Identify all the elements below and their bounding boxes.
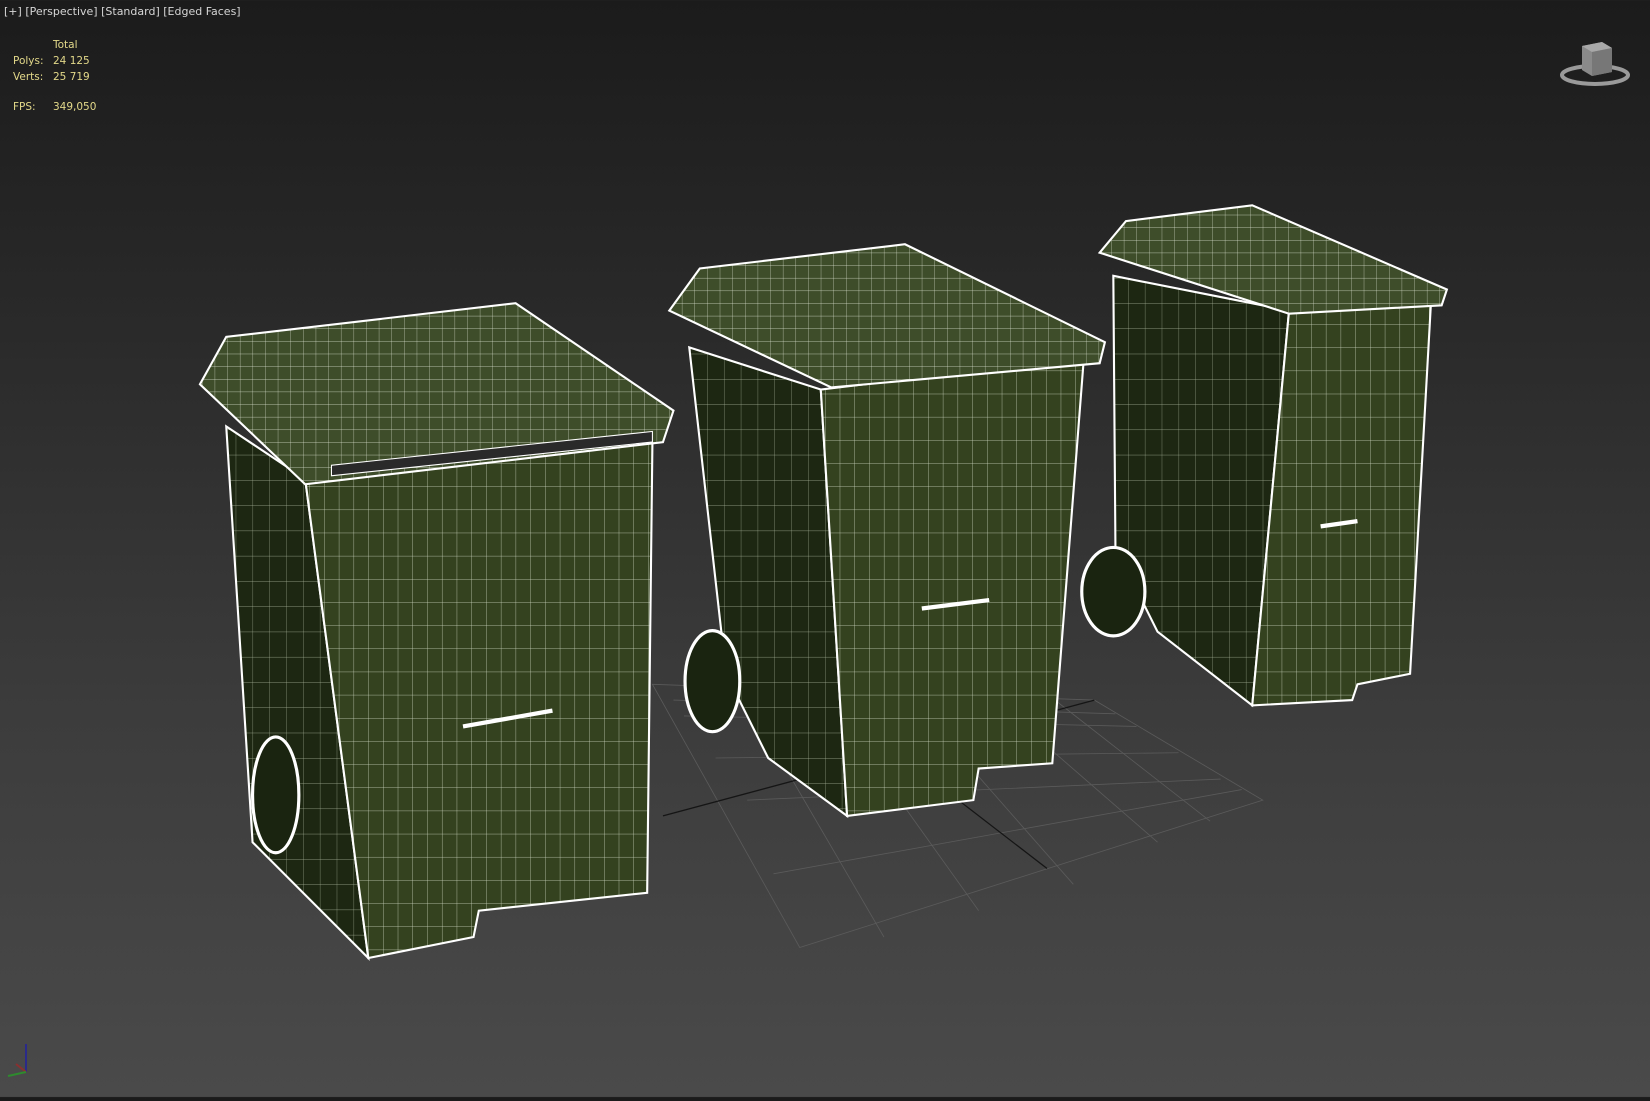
axis-tripod-icon xyxy=(7,1044,27,1077)
fps-value: 349,050 xyxy=(53,101,97,113)
viewport-plus-menu[interactable]: [+] xyxy=(4,5,22,18)
perspective-viewport[interactable] xyxy=(0,0,1650,1097)
viewport-display-menu[interactable]: [Edged Faces] xyxy=(163,5,240,18)
statistics-overlay: Total Polys: 24 125 Verts: 25 719 FPS: 349,… xyxy=(13,37,96,115)
fps-label: FPS: xyxy=(13,101,36,113)
viewport-view-menu[interactable]: [Perspective] xyxy=(25,5,97,18)
polys-value: 24 125 xyxy=(53,55,90,67)
stats-header: Total xyxy=(53,39,78,51)
scene-canvas[interactable] xyxy=(0,0,1650,1097)
viewport-label-menu[interactable]: [+] [Perspective] [Standard] [Edged Face… xyxy=(4,5,241,18)
verts-label: Verts: xyxy=(13,71,44,83)
polys-label: Polys: xyxy=(13,55,44,67)
trash-bin-middle[interactable] xyxy=(667,243,1107,819)
viewport-shading-menu[interactable]: [Standard] xyxy=(101,5,160,18)
viewcube-icon[interactable] xyxy=(1558,32,1633,90)
trash-bin-right[interactable] xyxy=(1080,204,1449,708)
verts-value: 25 719 xyxy=(53,71,90,83)
trash-bin-left[interactable] xyxy=(198,302,675,961)
